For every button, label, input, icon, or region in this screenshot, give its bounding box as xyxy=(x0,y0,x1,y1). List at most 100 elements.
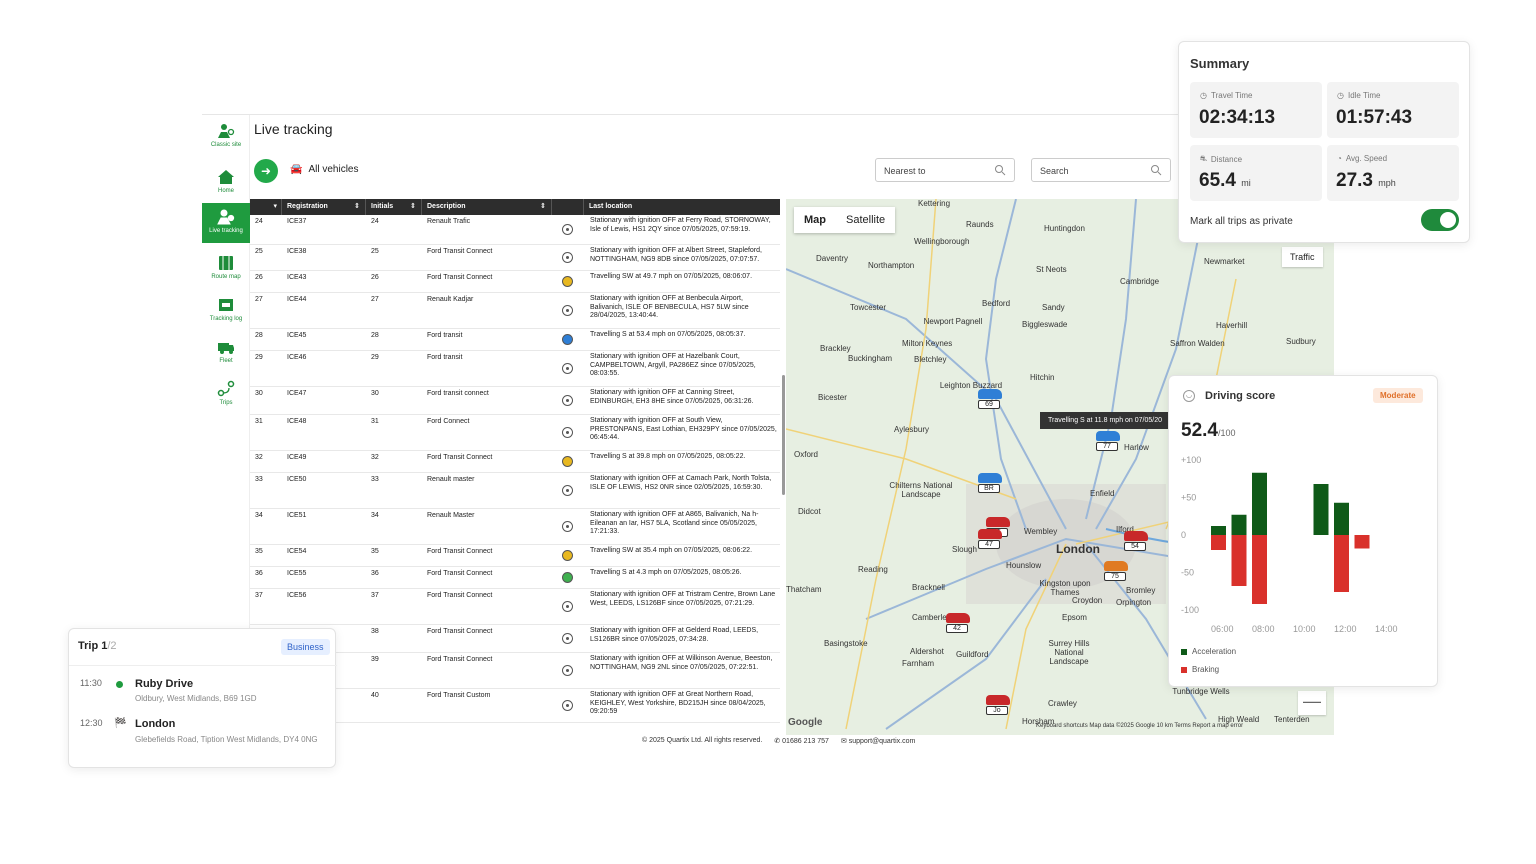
satellite-mode-button[interactable]: Satellite xyxy=(836,207,895,233)
table-row[interactable]: 35 ICE54 35 Ford Transit Connect Travelling … xyxy=(250,545,780,567)
map-place-label: Guildford xyxy=(956,650,989,659)
search-input[interactable]: Search xyxy=(1031,158,1171,182)
legend-braking: Braking xyxy=(1181,665,1219,674)
add-button[interactable]: ➜ xyxy=(254,159,278,183)
trip-start-time: 11:30 xyxy=(80,678,102,688)
sidebar-item-label: Live tracking xyxy=(209,228,243,234)
map-place-label: Basingstoke xyxy=(824,639,868,648)
row-initials: 37 xyxy=(371,592,379,599)
vehicle-marker[interactable]: 47 xyxy=(978,529,1002,549)
map-place-label: Wembley xyxy=(1024,527,1058,536)
sidebar-item-live-tracking[interactable]: Live tracking xyxy=(202,203,250,243)
sidebar-item-tracking-log[interactable]: Tracking log xyxy=(202,291,250,331)
table-row[interactable]: 27 ICE44 27 Renault Kadjar Stationary with i… xyxy=(250,293,780,329)
clock-icon: ◷ xyxy=(1200,91,1207,100)
map-credits[interactable]: Keyboard shortcuts Map data ©2025 Google… xyxy=(1036,723,1243,729)
page-title: Live tracking xyxy=(254,121,333,137)
finish-flag-icon: 🏁 xyxy=(114,718,127,729)
row-last-location: Stationary with ignition OFF at South Vi… xyxy=(590,417,777,441)
traffic-button[interactable]: Traffic xyxy=(1282,247,1323,267)
row-initials: 38 xyxy=(371,628,379,635)
trip-end-time: 12:30 xyxy=(80,718,103,728)
table-row[interactable]: 28 ICE45 28 Ford transit Travelling S at 53.… xyxy=(250,329,780,351)
stationary-status-icon xyxy=(562,665,573,676)
column-header-registration[interactable]: Registration ⇕ xyxy=(282,199,366,215)
trip-start-name[interactable]: Ruby Drive xyxy=(135,678,193,690)
phone-link[interactable]: ✆ 01686 213 757 xyxy=(774,737,829,745)
zoom-out-button[interactable]: — xyxy=(1298,691,1326,715)
table-row[interactable]: 25 ICE38 25 Ford Transit Connect Stationary … xyxy=(250,245,780,271)
legend-acceleration: Acceleration xyxy=(1181,647,1236,656)
table-row[interactable]: 31 ICE48 31 Ford Connect Stationary with ign… xyxy=(250,415,780,451)
row-number: 30 xyxy=(255,390,263,397)
stationary-status-icon xyxy=(562,395,573,406)
table-row[interactable]: 37 ICE56 37 Ford Transit Connect Stationary … xyxy=(250,589,780,625)
footer: © 2025 Quartix Ltd. All rights reserved.… xyxy=(642,737,915,745)
vehicle-marker-label: 75 xyxy=(1104,572,1126,581)
private-trips-toggle[interactable] xyxy=(1421,209,1459,231)
map-place-label: Didcot xyxy=(798,507,821,516)
table-row[interactable]: 26 ICE43 26 Ford Transit Connect Travelling … xyxy=(250,271,780,293)
column-header-initials[interactable]: Initials ⇕ xyxy=(366,199,422,215)
table-row[interactable]: 29 ICE46 29 Ford transit Stationary with ign… xyxy=(250,351,780,387)
email-link[interactable]: ✉ support@quartix.com xyxy=(841,737,915,745)
sidebar-item-route-map[interactable]: Route map xyxy=(202,249,250,289)
stationary-status-icon xyxy=(562,252,573,263)
table-row[interactable]: 36 ICE55 36 Ford Transit Connect Travelling … xyxy=(250,567,780,589)
vehicle-icon xyxy=(978,529,1002,539)
vehicle-marker[interactable]: 69 xyxy=(978,389,1002,409)
map-place-label: Buckingham xyxy=(848,354,893,363)
sidebar-item-label: Classic site xyxy=(210,142,242,148)
sort-column-header[interactable]: ▾ xyxy=(250,199,282,215)
row-registration: ICE55 xyxy=(287,570,307,577)
sort-down-icon: ▾ xyxy=(273,203,277,210)
sidebar-item-trips[interactable]: Trips xyxy=(202,375,250,415)
table-row[interactable]: 34 ICE51 34 Renault Master Stationary with i… xyxy=(250,509,780,545)
braking-bar xyxy=(1334,535,1349,592)
trip-type-badge: Business xyxy=(281,639,330,655)
vehicle-marker[interactable]: Jo xyxy=(986,695,1010,715)
vehicle-icon xyxy=(978,389,1002,399)
table-row[interactable]: 30 ICE47 30 Ford transit connect Stationary … xyxy=(250,387,780,415)
vehicle-marker[interactable]: 42 xyxy=(946,613,970,633)
tracking-log-icon xyxy=(217,296,235,314)
table-row[interactable]: 33 ICE50 33 Renault master Stationary with i… xyxy=(250,473,780,509)
moving-status-icon xyxy=(562,550,573,561)
map-place-label: London xyxy=(1056,542,1100,556)
row-last-location: Travelling SW at 35.4 mph on 07/05/2025,… xyxy=(590,547,753,554)
column-header-description[interactable]: Description ⇕ xyxy=(422,199,552,215)
row-number: 36 xyxy=(255,570,263,577)
stationary-status-icon xyxy=(562,601,573,612)
nearest-to-input[interactable]: Nearest to xyxy=(875,158,1015,182)
sidebar-item-classic-site[interactable]: Classic site xyxy=(202,117,250,157)
fleet-icon xyxy=(217,338,235,356)
vehicle-marker[interactable]: 75 xyxy=(1104,561,1128,581)
table-row[interactable]: 24 ICE37 24 Renault Trafic Stationary with i… xyxy=(250,215,780,245)
vehicles-filter-label: All vehicles xyxy=(308,164,359,175)
stationary-status-icon xyxy=(562,700,573,711)
row-description: Ford Transit Connect xyxy=(427,454,493,461)
map-place-label: Hitchin xyxy=(1030,373,1055,382)
sidebar-item-fleet[interactable]: Fleet xyxy=(202,333,250,373)
sidebar-item-label: Tracking log xyxy=(209,316,243,322)
vehicle-marker[interactable]: BR xyxy=(978,473,1002,493)
map-place-label: Saffron Walden xyxy=(1170,339,1225,348)
table-row[interactable]: 32 ICE49 32 Ford Transit Connect Travelling … xyxy=(250,451,780,473)
row-last-location: Stationary with ignition OFF at Albert S… xyxy=(590,247,762,263)
row-initials: 34 xyxy=(371,512,379,519)
vehicle-marker[interactable]: 54 xyxy=(1124,531,1148,551)
vehicle-icon xyxy=(946,613,970,623)
sidebar-item-home[interactable]: Home xyxy=(202,163,250,203)
stationary-status-icon xyxy=(562,363,573,374)
column-header-last-location[interactable]: Last location xyxy=(584,199,780,215)
map-place-label: Chilterns National Landscape xyxy=(889,481,953,499)
y-tick-label: +100 xyxy=(1181,455,1201,465)
trip-end-name[interactable]: London xyxy=(135,718,175,730)
row-number: 26 xyxy=(255,274,263,281)
vehicle-marker-label: 47 xyxy=(978,540,1000,549)
vehicle-marker[interactable]: 77 xyxy=(1096,431,1120,451)
table-scrollbar[interactable] xyxy=(782,375,785,495)
map-place-label: Bedford xyxy=(982,299,1011,308)
map-mode-button[interactable]: Map xyxy=(794,207,836,233)
vehicles-filter[interactable]: 🚘 All vehicles xyxy=(290,164,358,175)
